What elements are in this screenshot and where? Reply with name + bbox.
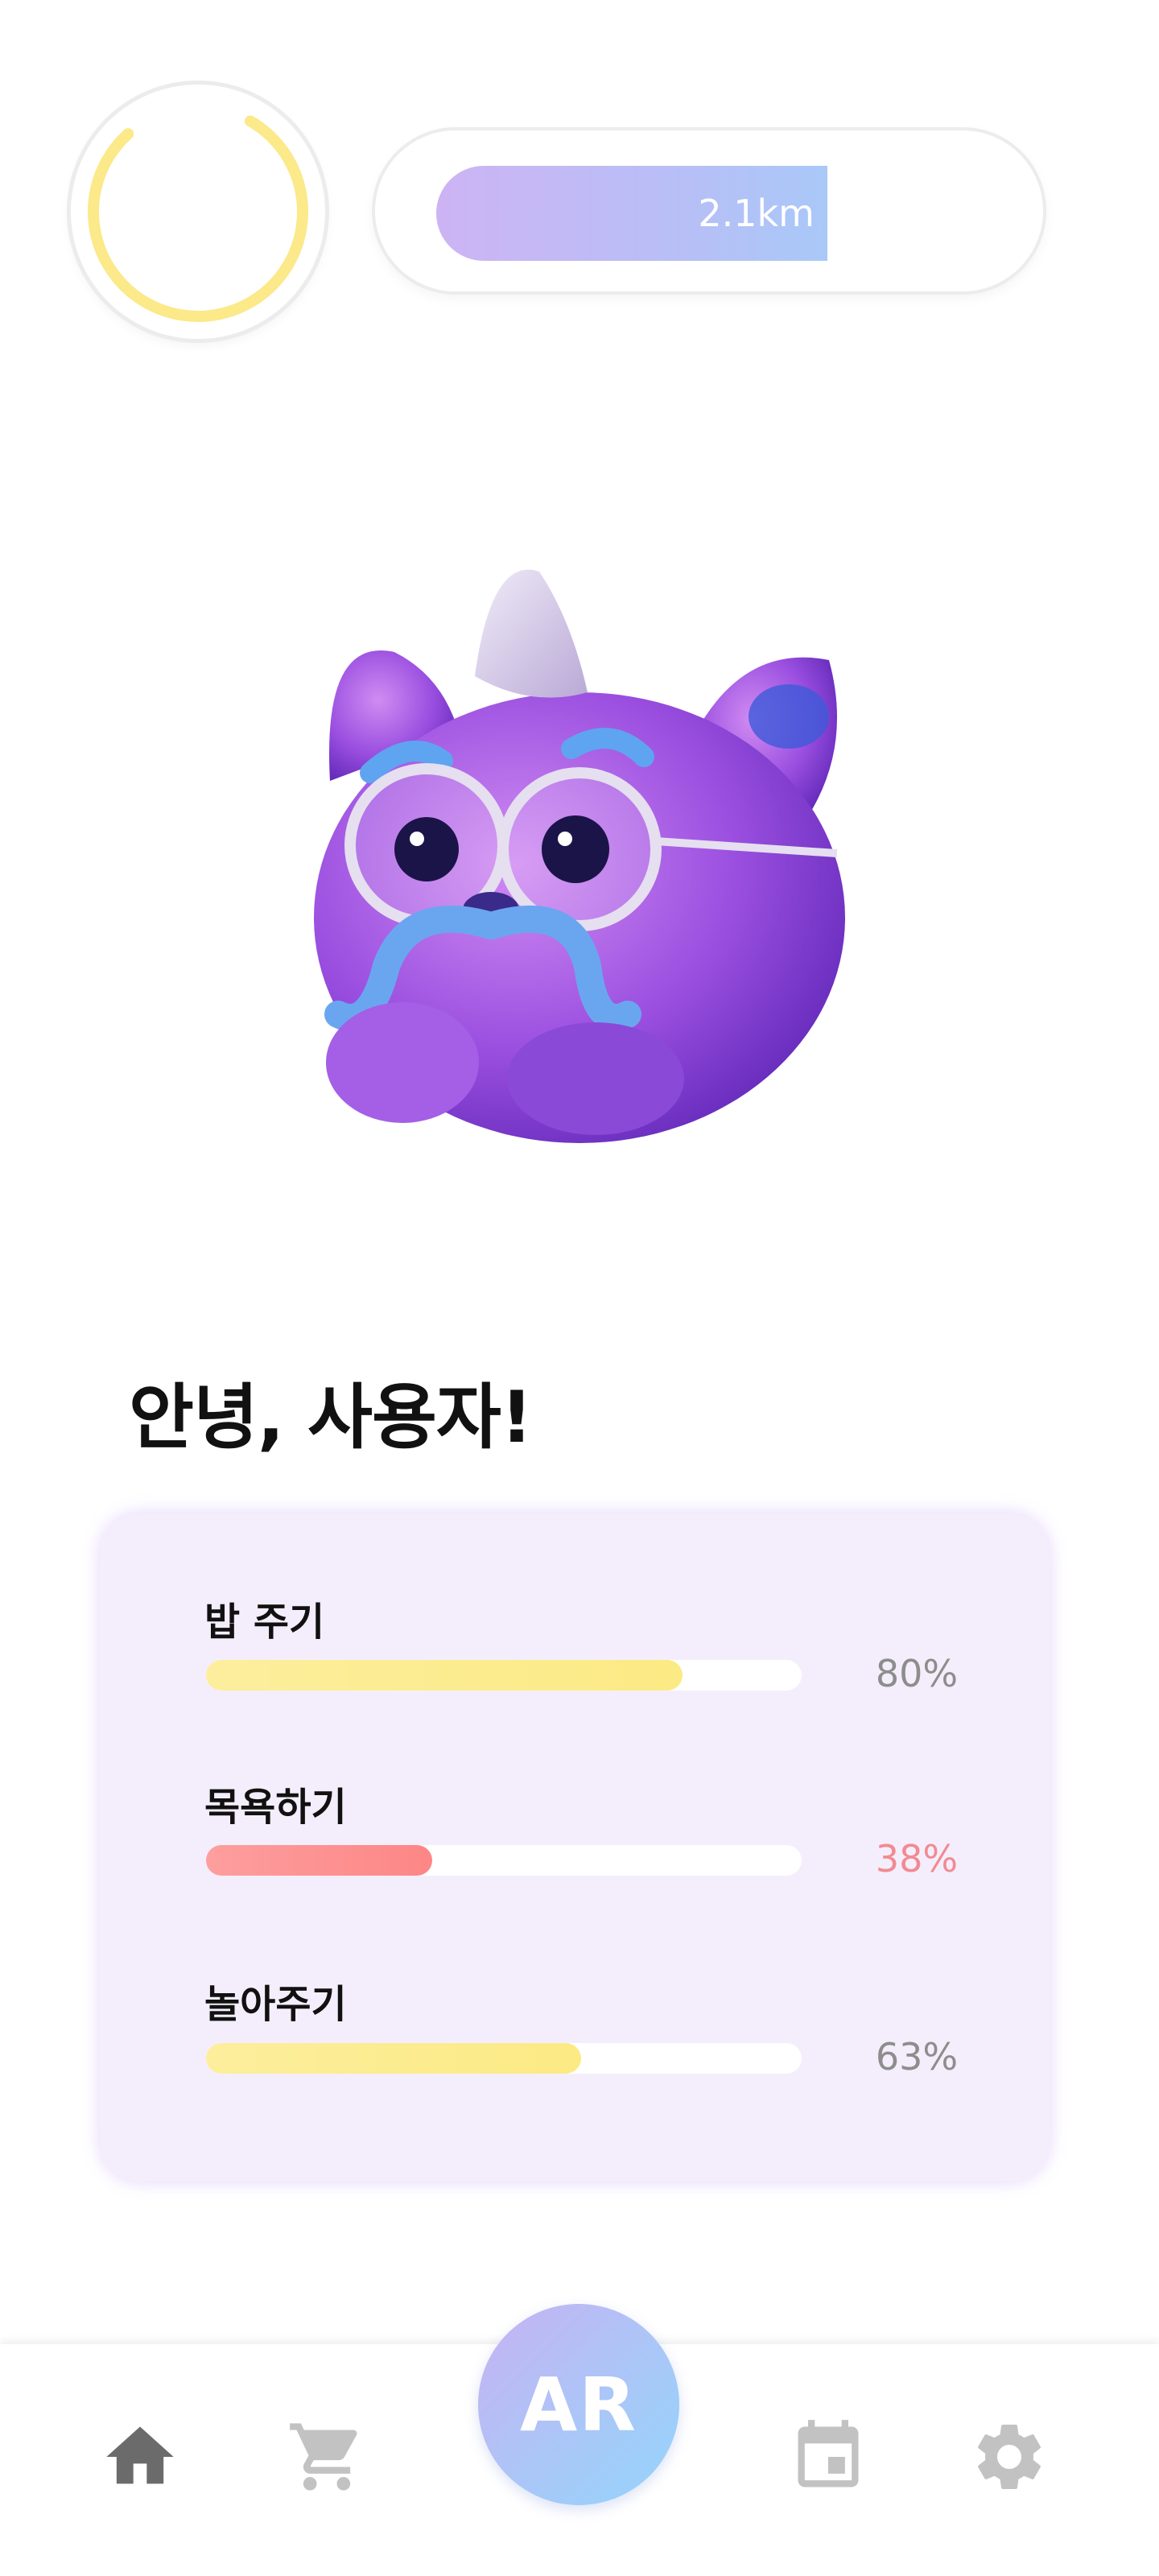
distance-progress-bar: 2.1km bbox=[436, 166, 827, 261]
stat-percent-bath: 38% bbox=[875, 1837, 959, 1880]
progress-ring-graphic bbox=[88, 101, 308, 322]
calendar-icon[interactable] bbox=[788, 2417, 868, 2497]
stat-track-bath bbox=[206, 1845, 802, 1876]
stat-percent-play: 63% bbox=[875, 2035, 959, 2079]
gear-icon[interactable] bbox=[969, 2417, 1050, 2497]
ar-button[interactable]: AR bbox=[478, 2304, 679, 2505]
greeting-title: 안녕, 사용자! bbox=[129, 1376, 533, 1459]
pet-care-stats-card: 밥 주기 80% 목욕하기 38% 놀아주기 63% bbox=[100, 1513, 1050, 2182]
stat-label-play: 놀아주기 bbox=[204, 1982, 347, 2027]
progress-ring bbox=[71, 85, 325, 339]
stat-label-bath: 목욕하기 bbox=[204, 1785, 347, 1830]
cart-icon[interactable] bbox=[287, 2417, 367, 2497]
stat-fill-bath bbox=[206, 1845, 433, 1876]
stat-label-feed: 밥 주기 bbox=[204, 1600, 325, 1645]
stat-track-feed bbox=[206, 1660, 802, 1690]
ar-button-label: AR bbox=[519, 2361, 638, 2448]
distance-value: 2.1km bbox=[698, 192, 815, 235]
pet-character-image[interactable] bbox=[274, 564, 901, 1143]
distance-progress-pill: 2.1km bbox=[375, 130, 1043, 291]
progress-ring-arc bbox=[88, 101, 308, 322]
stat-track-play bbox=[206, 2043, 802, 2074]
stat-fill-feed bbox=[206, 1660, 683, 1690]
home-icon[interactable] bbox=[100, 2417, 180, 2497]
stat-percent-feed: 80% bbox=[875, 1652, 959, 1695]
stat-fill-play bbox=[206, 2043, 582, 2074]
